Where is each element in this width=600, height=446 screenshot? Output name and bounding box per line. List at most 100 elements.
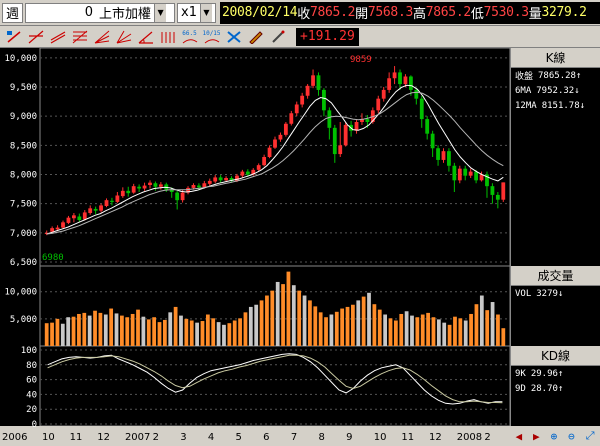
candle-body xyxy=(126,190,131,194)
chart-area[interactable]: 10,000 9,500 9,000 8,500 8,000 7,500 7,000 6,50… xyxy=(0,48,510,446)
trend-arrow-icon: ↑ xyxy=(575,70,582,81)
hand-icon[interactable] xyxy=(268,27,287,46)
candle-body xyxy=(316,75,321,90)
stock-selector[interactable]: 0 上市加權 ▼ xyxy=(25,2,176,23)
volume-bar xyxy=(453,316,457,346)
candle-body xyxy=(376,98,381,111)
chevron-down-icon[interactable]: ▼ xyxy=(154,3,167,22)
price-tick-label: 7,500 xyxy=(10,200,37,210)
ma-10-15-icon[interactable]: 10/15 xyxy=(202,27,221,46)
legend-value: 28.70 xyxy=(530,383,558,394)
quote-readout: 2008/02/14 收 7865.2 開 7568.3 高 7865.2 低 7530… xyxy=(219,1,600,24)
volume-bar xyxy=(393,320,398,346)
zoom-in-icon[interactable]: ⊕ xyxy=(551,430,558,443)
multiplier-selector[interactable]: x1 ▼ xyxy=(177,2,216,23)
candle-body xyxy=(66,217,71,223)
volume-bar xyxy=(44,323,49,346)
parallel-line-icon[interactable] xyxy=(48,27,67,46)
scroll-left-icon[interactable]: ◀ xyxy=(515,430,522,443)
chevron-down-icon[interactable]: ▼ xyxy=(199,3,212,22)
low-value: 7530.3 xyxy=(483,5,529,20)
candle-body xyxy=(131,186,136,193)
candle-body xyxy=(468,171,473,176)
candle-body xyxy=(197,185,201,188)
candle-body xyxy=(262,157,267,166)
volume-bar xyxy=(415,317,420,346)
volume-bar xyxy=(351,304,355,346)
drawing-toolbar: 66.5 10/15 +191.29 xyxy=(0,26,600,48)
candle-body xyxy=(104,200,109,206)
candle-body xyxy=(408,76,413,90)
candle-body xyxy=(490,186,495,195)
candle-body xyxy=(441,151,446,160)
volume-bar xyxy=(367,292,371,346)
volume-bar xyxy=(410,315,414,346)
volume-bar xyxy=(227,323,232,346)
candle-body xyxy=(110,200,114,202)
candle-body xyxy=(142,185,147,189)
angle-icon[interactable] xyxy=(136,27,155,46)
candle-body xyxy=(311,75,315,86)
fan-icon[interactable] xyxy=(92,27,111,46)
volume-bar xyxy=(345,306,350,346)
volume-bar xyxy=(469,313,473,346)
trend-arrow-icon: ↓ xyxy=(579,100,586,111)
cursor-draw-icon[interactable] xyxy=(4,27,23,46)
volume-bar xyxy=(200,321,205,346)
period-label: 週 xyxy=(6,7,20,22)
pencil-icon[interactable] xyxy=(246,27,265,46)
candle-body xyxy=(61,222,65,228)
volume-bar xyxy=(55,318,60,346)
trendline-icon[interactable] xyxy=(26,27,45,46)
candle-body xyxy=(267,147,272,157)
candle-body xyxy=(463,168,468,176)
candle-body xyxy=(93,208,98,211)
speed-line-icon[interactable] xyxy=(114,27,133,46)
kd-tick-label: 80 xyxy=(26,361,37,371)
candle-body xyxy=(365,119,370,122)
fibonacci-icon[interactable] xyxy=(70,27,89,46)
volume-bar xyxy=(442,322,447,346)
delete-icon[interactable] xyxy=(224,27,243,46)
legend-value: 3279 xyxy=(536,288,558,299)
candle-body xyxy=(256,165,261,170)
trend-arrow-icon: ↑ xyxy=(557,383,564,394)
zoom-out-icon[interactable]: ⊖ xyxy=(568,430,575,443)
chart-nav: ◀ ▶ ⊕ ⊖ ⤢ xyxy=(510,426,600,446)
candle-body xyxy=(82,212,87,220)
period-selector[interactable]: 週 xyxy=(2,2,24,23)
stock-name: 上市加權 xyxy=(99,7,152,22)
close-label: 收 xyxy=(297,7,310,22)
cycle-icon[interactable] xyxy=(158,27,177,46)
kd-panel-row: 9K 29.96 ↑ xyxy=(511,366,600,381)
legend-value: 7952.32 xyxy=(536,85,575,96)
candle-body xyxy=(148,182,152,185)
volume-panel-title: 成交量 xyxy=(511,266,600,286)
kd-panel-title: KD線 xyxy=(511,346,600,366)
volume-bar xyxy=(291,285,296,346)
kd-panel: KD線 9K 29.96 ↑ 9D 28.70 ↑ xyxy=(510,346,600,426)
restore-icon[interactable]: ⤢ xyxy=(586,429,595,443)
volume-bar xyxy=(399,313,404,346)
trend-arrow-icon: ↑ xyxy=(557,368,564,379)
low-label: 低 xyxy=(470,7,484,22)
x-tick-label: 3 xyxy=(180,432,186,443)
volume-bar xyxy=(77,313,81,346)
trend-arrow-icon: ↓ xyxy=(557,288,564,299)
volume-bar xyxy=(426,312,430,346)
ma-66-icon[interactable]: 66.5 xyxy=(180,27,199,46)
high-label: 高 xyxy=(413,7,426,22)
candle-body xyxy=(495,194,500,200)
volume-bar xyxy=(259,300,264,346)
volume-bar xyxy=(383,314,388,346)
low-mark-label: 6980 xyxy=(42,253,64,263)
volume-bar xyxy=(356,300,361,346)
volume-bar xyxy=(195,322,199,346)
kline-panel-row: 收盤 7865.28 ↑ xyxy=(511,68,600,83)
candle-body xyxy=(387,78,392,90)
volume-value: 3279.2 xyxy=(541,5,587,20)
x-tick-label: 5 xyxy=(236,432,242,443)
candle-body xyxy=(392,72,397,79)
volume-bar xyxy=(286,271,291,346)
scroll-right-icon[interactable]: ▶ xyxy=(533,430,540,443)
